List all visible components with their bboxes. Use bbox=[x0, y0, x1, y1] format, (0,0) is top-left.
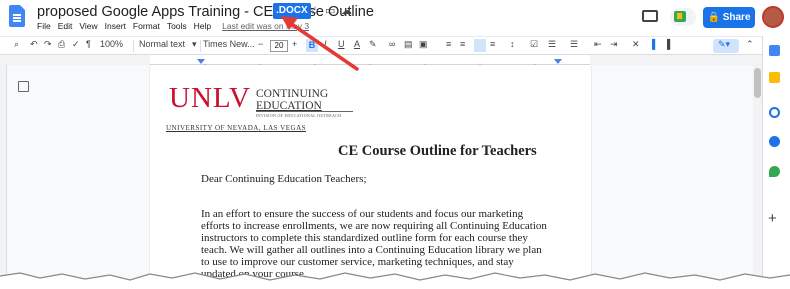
top-bar: proposed Google Apps Training - CE Cours… bbox=[0, 0, 790, 35]
contacts-icon[interactable] bbox=[769, 136, 780, 147]
document-outline-icon[interactable] bbox=[18, 81, 29, 92]
justify-icon[interactable]: ≡ bbox=[490, 39, 495, 49]
torn-edge bbox=[0, 272, 790, 289]
link-icon[interactable]: ∞ bbox=[389, 39, 395, 49]
menu-help[interactable]: Help bbox=[194, 21, 211, 31]
image-icon[interactable]: ▣ bbox=[419, 39, 428, 50]
logo-university: UNIVERSITY OF NEVADA, LAS VEGAS bbox=[166, 124, 307, 132]
vertical-ruler[interactable] bbox=[0, 65, 7, 289]
increase-indent-icon[interactable]: ⇥ bbox=[610, 39, 618, 50]
menu-insert[interactable]: Insert bbox=[105, 21, 126, 31]
italic-button[interactable]: I bbox=[324, 39, 327, 49]
decrease-indent-icon[interactable]: ⇤ bbox=[594, 39, 602, 50]
search-menus-icon[interactable]: ⌕ bbox=[14, 39, 19, 50]
font-select[interactable]: Times New... bbox=[203, 39, 255, 49]
print-icon[interactable]: ⎙ bbox=[58, 39, 65, 50]
unlv-logo: UNLV bbox=[169, 82, 251, 114]
align-left-icon[interactable]: ≡ bbox=[446, 39, 451, 49]
bold-button[interactable]: B bbox=[306, 39, 318, 52]
logo-division: DIVISION OF EDUCATIONAL OUTREACH bbox=[256, 113, 342, 118]
cloud-status-icon[interactable]: ☁ bbox=[341, 4, 352, 17]
horizontal-ruler[interactable] bbox=[150, 55, 590, 67]
toolbar: ⌕ ↶ ↷ ⎙ ✓ ¶ 100% Normal text ▾ Times New… bbox=[0, 36, 762, 55]
document-heading: CE Course Outline for Teachers bbox=[338, 143, 537, 159]
font-size-input[interactable]: 20 bbox=[270, 40, 288, 52]
comment-icon[interactable]: ▤ bbox=[404, 39, 413, 50]
calendar-icon[interactable] bbox=[769, 45, 780, 56]
spellcheck-icon[interactable]: ✓ bbox=[72, 39, 80, 50]
line-spacing-icon[interactable]: ↕ bbox=[510, 39, 515, 49]
logo-divider bbox=[256, 111, 353, 112]
divider bbox=[200, 40, 201, 52]
menu-tools[interactable]: Tools bbox=[167, 21, 187, 31]
show-format-icon[interactable]: ▌ bbox=[667, 39, 673, 49]
numbered-list-icon[interactable]: ☰ bbox=[570, 39, 578, 50]
menu-bar: File Edit View Insert Format Tools Help … bbox=[37, 21, 309, 31]
keep-icon[interactable] bbox=[769, 72, 780, 83]
maps-icon[interactable] bbox=[769, 166, 780, 177]
menu-edit[interactable]: Edit bbox=[58, 21, 73, 31]
tasks-icon[interactable] bbox=[769, 107, 780, 118]
ruler-marker-icon[interactable]: ▌ bbox=[652, 39, 658, 49]
align-center-icon[interactable]: ≡ bbox=[460, 39, 465, 49]
meet-icon bbox=[674, 11, 686, 22]
menu-view[interactable]: View bbox=[79, 21, 97, 31]
bulleted-list-icon[interactable]: ☰ bbox=[548, 39, 556, 50]
checklist-icon[interactable]: ☑ bbox=[530, 39, 538, 50]
align-right-icon[interactable] bbox=[474, 39, 486, 52]
vertical-scrollbar[interactable] bbox=[753, 65, 762, 289]
paint-format-icon[interactable]: ¶ bbox=[86, 39, 91, 49]
comment-history-icon[interactable] bbox=[642, 10, 658, 22]
star-icon[interactable]: ☆ bbox=[310, 4, 320, 17]
pencil-icon: ✎▾ bbox=[718, 39, 731, 49]
last-edit-link[interactable]: Last edit was on May 3 bbox=[222, 21, 309, 31]
collapse-menus-icon[interactable]: ⌃ bbox=[746, 39, 754, 50]
zoom-select[interactable]: 100% bbox=[100, 39, 123, 49]
text-color-button[interactable]: A bbox=[354, 39, 360, 49]
logo-continuing: CONTINUING bbox=[256, 88, 329, 100]
scrollbar-thumb[interactable] bbox=[754, 68, 761, 98]
document-title[interactable]: proposed Google Apps Training - CE Cours… bbox=[37, 4, 374, 20]
file-type-badge: .DOCX bbox=[273, 3, 311, 19]
highlight-icon[interactable]: ✎ bbox=[369, 39, 377, 50]
add-on-plus-icon[interactable]: + bbox=[768, 210, 777, 227]
undo-icon[interactable]: ↶ bbox=[30, 39, 38, 50]
move-folder-icon[interactable]: ▭ bbox=[325, 4, 335, 17]
style-select[interactable]: Normal text bbox=[139, 39, 185, 49]
menu-file[interactable]: File bbox=[37, 21, 51, 31]
avatar[interactable] bbox=[762, 6, 784, 28]
chevron-down-icon[interactable]: ▾ bbox=[192, 39, 197, 50]
increase-font-size-icon[interactable]: + bbox=[292, 39, 297, 49]
docs-logo-icon[interactable] bbox=[9, 5, 25, 27]
redo-icon[interactable]: ↷ bbox=[44, 39, 52, 50]
clear-formatting-icon[interactable]: ✕ bbox=[632, 39, 640, 50]
underline-button[interactable]: U bbox=[338, 39, 345, 49]
menu-format[interactable]: Format bbox=[133, 21, 160, 31]
greeting-text: Dear Continuing Education Teachers; bbox=[201, 173, 367, 185]
divider bbox=[133, 40, 134, 52]
decrease-font-size-icon[interactable]: − bbox=[258, 39, 263, 49]
share-button[interactable]: 🔒 Share bbox=[703, 7, 755, 28]
meet-button[interactable] bbox=[670, 8, 696, 26]
